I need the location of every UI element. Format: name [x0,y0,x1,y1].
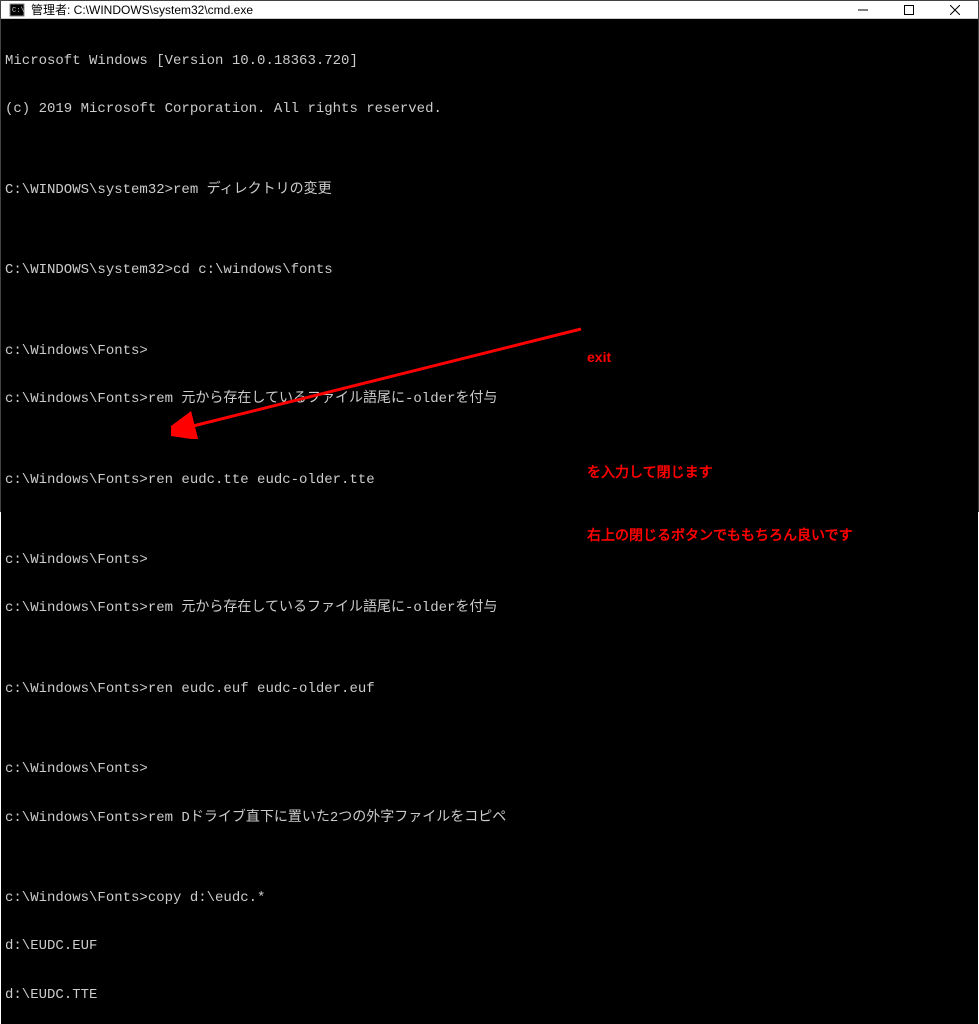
terminal-line: c:\Windows\Fonts>rem 元から存在しているファイル語尾に-ol… [5,600,974,616]
terminal-line: d:\EUDC.EUF [5,938,974,954]
minimize-button[interactable] [840,1,886,18]
cmd-window: C:\ 管理者: C:\WINDOWS\system32\cmd.exe Mic… [0,0,979,512]
terminal-line: C:\WINDOWS\system32>rem ディレクトリの変更 [5,182,974,198]
annotation-arrow [171,319,591,439]
annotation-line: exit [587,347,853,368]
terminal-line: Microsoft Windows [Version 10.0.18363.72… [5,53,974,69]
terminal-line: d:\EUDC.TTE [5,987,974,1003]
maximize-button[interactable] [886,1,932,18]
annotation-line: を入力して閉じます [587,462,853,483]
terminal-line: c:\Windows\Fonts>copy d:\eudc.* [5,890,974,906]
titlebar[interactable]: C:\ 管理者: C:\WINDOWS\system32\cmd.exe [1,1,978,19]
cmd-icon: C:\ [9,2,25,18]
window-title: 管理者: C:\WINDOWS\system32\cmd.exe [31,1,840,18]
annotation-text: exit を入力して閉じます 右上の閉じるボタンでももちろん良いです [587,305,853,588]
svg-text:C:\: C:\ [12,7,25,15]
terminal-output[interactable]: Microsoft Windows [Version 10.0.18363.72… [1,19,978,1024]
terminal-line: c:\Windows\Fonts>ren eudc.euf eudc-older… [5,681,974,697]
terminal-line: c:\Windows\Fonts>rem Dドライブ直下に置いた2つの外字ファイ… [5,810,974,826]
annotation-line: 右上の閉じるボタンでももちろん良いです [587,525,853,546]
terminal-line: C:\WINDOWS\system32>cd c:\windows\fonts [5,262,974,278]
terminal-line: (c) 2019 Microsoft Corporation. All righ… [5,101,974,117]
window-controls [840,1,978,18]
terminal-line: c:\Windows\Fonts> [5,761,974,777]
close-button[interactable] [932,1,978,18]
